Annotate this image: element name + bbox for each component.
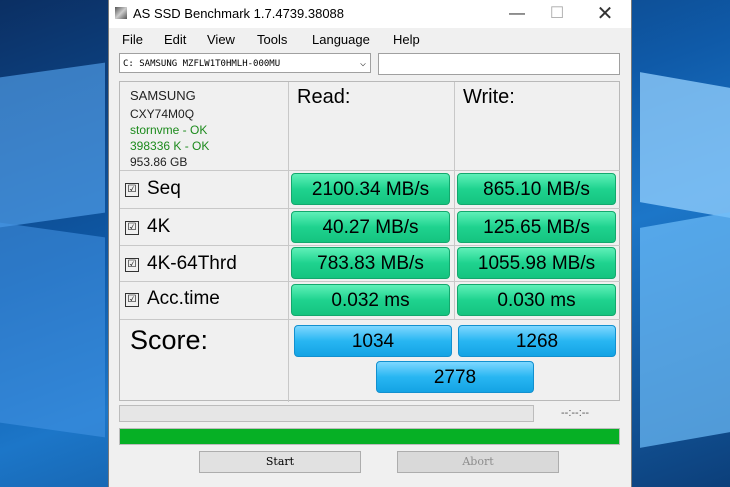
checkbox-4k[interactable]: ☑ [125, 221, 139, 235]
menu-tools[interactable]: Tools [257, 32, 287, 47]
4k-64thrd-read-result: 783.83 MB/s [291, 247, 450, 279]
checkbox-acc-time[interactable]: ☑ [125, 293, 139, 307]
chevron-down-icon[interactable]: ⌵ [360, 54, 366, 74]
write-score: 1268 [458, 325, 616, 357]
overall-progress-bar [119, 428, 620, 445]
4k-write-result: 125.65 MB/s [457, 211, 616, 243]
start-button[interactable]: Start [199, 451, 361, 473]
results-grid: SAMSUNG CXY74M0Q stornvme - OK 398336 K … [119, 81, 620, 402]
total-score: 2778 [376, 361, 534, 393]
alignment-status: 398336 K - OK [130, 139, 210, 153]
read-score: 1034 [294, 325, 452, 357]
menu-file[interactable]: File [122, 32, 143, 47]
minimize-button[interactable]: — [495, 2, 539, 26]
maximize-button[interactable]: ☐ [535, 2, 579, 26]
as-ssd-window: AS SSD Benchmark 1.7.4739.38088 — ☐ ✕ Fi… [108, 0, 632, 487]
window-title: AS SSD Benchmark 1.7.4739.38088 [133, 6, 345, 21]
menu-language[interactable]: Language [312, 32, 370, 47]
row-label-4k[interactable]: ☑ 4K [125, 216, 170, 238]
title-bar[interactable]: AS SSD Benchmark 1.7.4739.38088 — ☐ ✕ [109, 0, 631, 28]
device-firmware: CXY74M0Q [130, 107, 195, 121]
test-progress-bar [119, 405, 534, 422]
checkbox-4k-64thrd[interactable]: ☑ [125, 258, 139, 272]
abort-button[interactable]: Abort [397, 451, 559, 473]
acc-time-read-result: 0.032 ms [291, 284, 450, 316]
device-vendor: SAMSUNG [130, 88, 196, 103]
overall-progress-fill [120, 429, 619, 444]
row-label-4k-64thrd[interactable]: ☑ 4K-64Thrd [125, 253, 237, 275]
menu-bar: File Edit View Tools Language Help [109, 30, 631, 50]
drive-select-value: C: SAMSUNG MZFLW1T0HMLH-000MU [123, 59, 281, 69]
app-icon [115, 7, 127, 19]
elapsed-time: --:--:-- [561, 407, 590, 419]
read-column-header: Read: [297, 86, 351, 108]
row-label-acc-time[interactable]: ☑ Acc.time [125, 288, 220, 310]
device-size: 953.86 GB [130, 155, 188, 169]
row-label-seq[interactable]: ☑ Seq [125, 178, 181, 200]
driver-status: stornvme - OK [130, 123, 208, 137]
close-button[interactable]: ✕ [583, 2, 627, 26]
menu-view[interactable]: View [207, 32, 235, 47]
write-column-header: Write: [463, 86, 515, 108]
checkbox-seq[interactable]: ☑ [125, 183, 139, 197]
menu-help[interactable]: Help [393, 32, 420, 47]
drive-select[interactable]: C: SAMSUNG MZFLW1T0HMLH-000MU ⌵ [119, 53, 371, 73]
4k-64thrd-write-result: 1055.98 MB/s [457, 247, 616, 279]
seq-write-result: 865.10 MB/s [457, 173, 616, 205]
seq-read-result: 2100.34 MB/s [291, 173, 450, 205]
menu-edit[interactable]: Edit [164, 32, 186, 47]
acc-time-write-result: 0.030 ms [457, 284, 616, 316]
4k-read-result: 40.27 MB/s [291, 211, 450, 243]
drive-info-field[interactable] [378, 53, 620, 75]
score-label: Score: [130, 325, 209, 355]
